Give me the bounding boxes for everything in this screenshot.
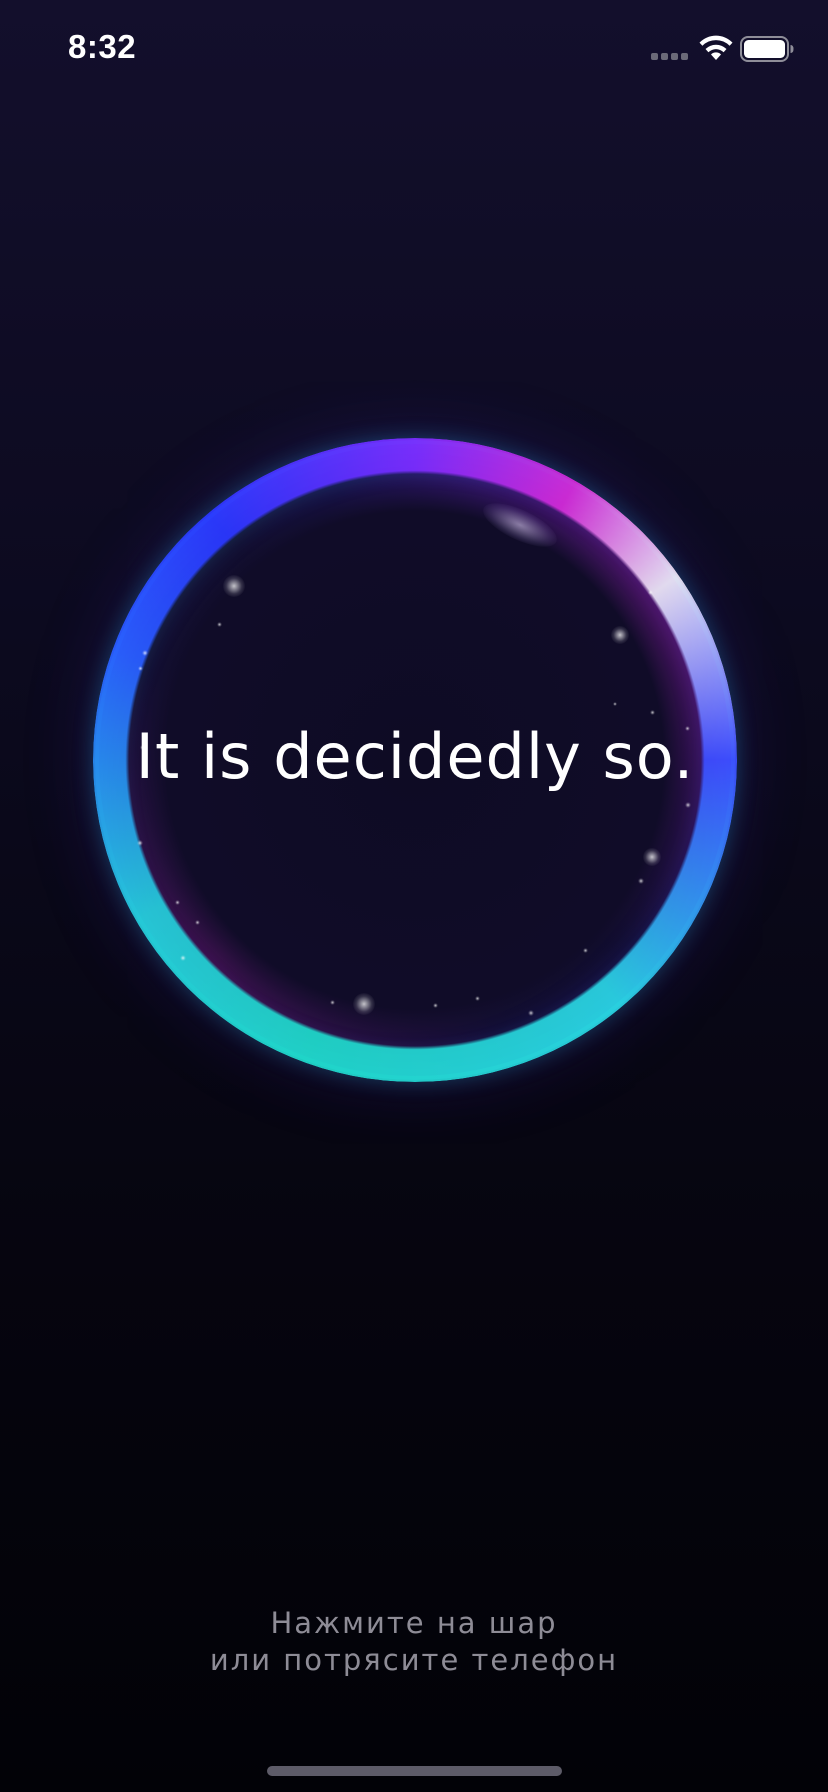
sparkle xyxy=(195,920,200,925)
sparkle xyxy=(475,996,480,1001)
ball-rim xyxy=(93,438,737,1082)
sparkle xyxy=(353,993,375,1015)
sparkle xyxy=(330,1000,335,1005)
sparkle xyxy=(643,848,661,866)
sparkle xyxy=(140,745,145,750)
sparkle xyxy=(137,840,143,846)
status-bar: 8:32 xyxy=(0,0,828,100)
home-indicator[interactable] xyxy=(267,1766,562,1776)
sparkle xyxy=(638,878,644,884)
sparkle xyxy=(685,726,690,731)
sparkle xyxy=(142,650,148,656)
sparkle xyxy=(175,900,180,905)
wifi-icon xyxy=(699,35,733,60)
signal-icon xyxy=(651,53,691,61)
sparkle xyxy=(648,590,653,595)
hint-line-1: Нажмите на шар xyxy=(270,1606,558,1640)
sparkle xyxy=(528,1010,534,1016)
sparkle xyxy=(217,622,222,627)
sparkle xyxy=(433,1003,438,1008)
hint-line-2: или потрясите телефон xyxy=(209,1643,619,1677)
sparkle xyxy=(613,702,617,706)
status-time: 8:32 xyxy=(68,28,137,65)
magic-ball[interactable]: It is decidedly so. xyxy=(93,438,737,1082)
sparkle xyxy=(180,955,186,961)
sparkle xyxy=(685,802,691,808)
sparkle xyxy=(223,575,245,597)
sparkle xyxy=(583,948,588,953)
battery-icon xyxy=(740,36,794,62)
sparkle xyxy=(611,626,629,644)
sparkle xyxy=(650,710,655,715)
sparkle xyxy=(138,666,143,671)
